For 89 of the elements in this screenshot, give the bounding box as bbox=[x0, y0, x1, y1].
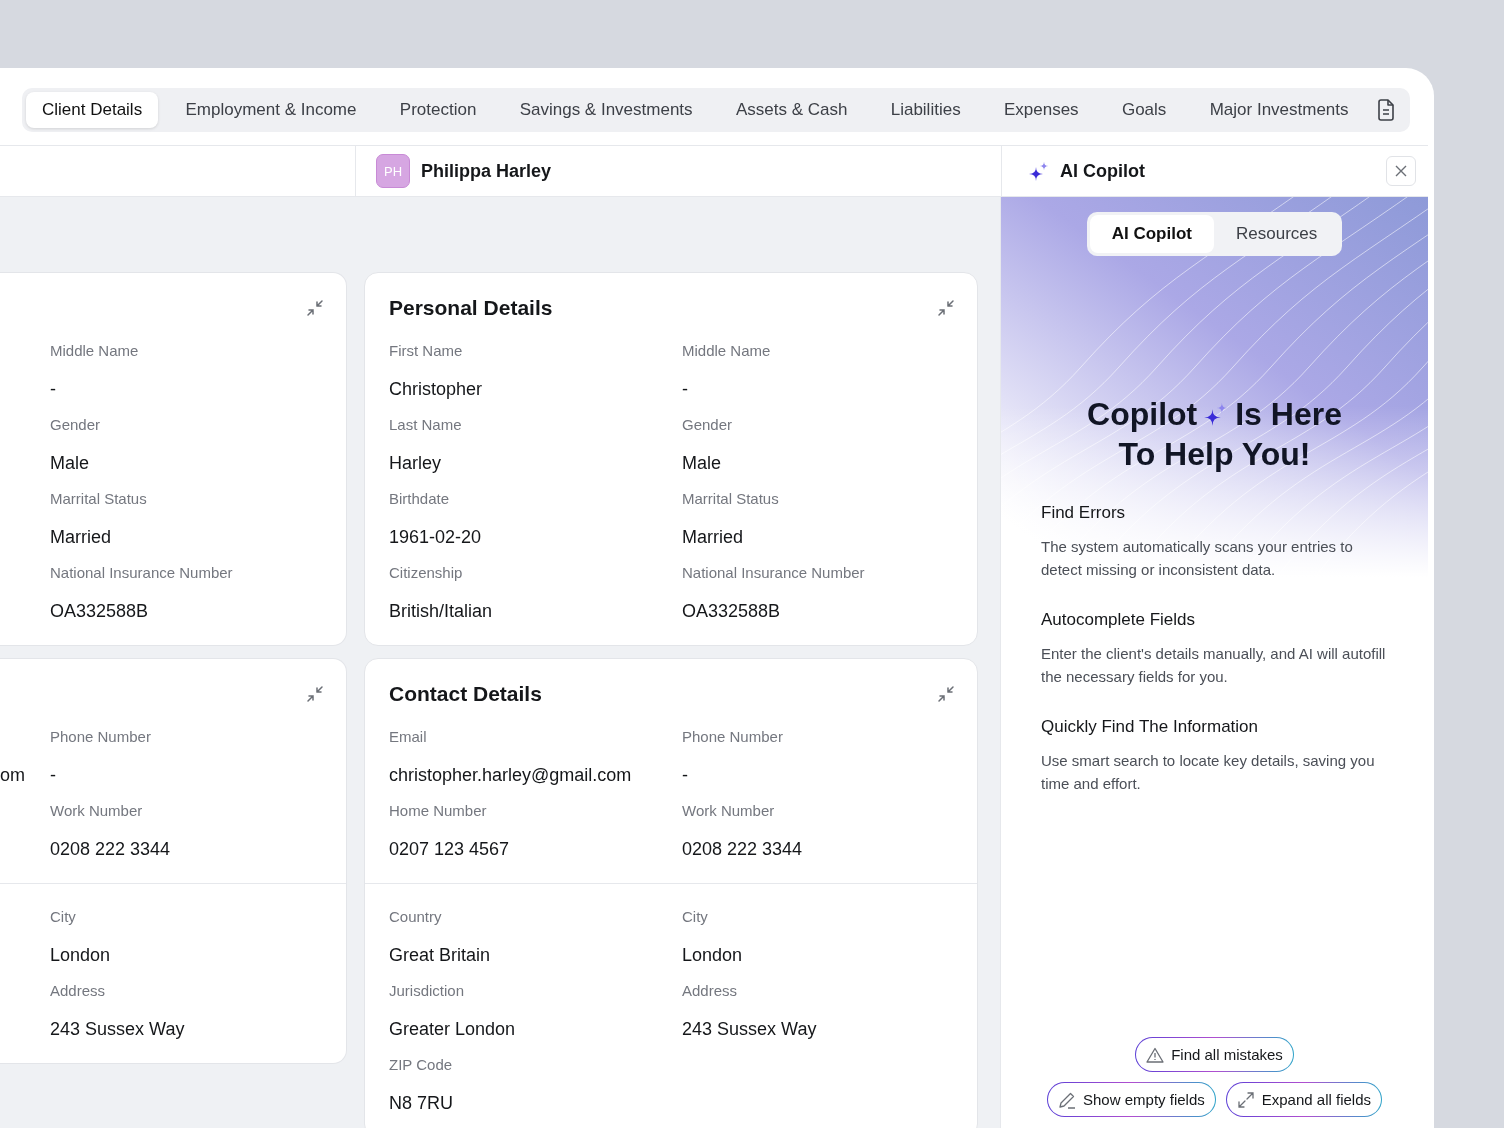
tab[interactable]: Expenses bbox=[987, 92, 1095, 128]
feature-description: Enter the client's details manually, and AI will autofill the necessary fields for you. bbox=[1041, 644, 1387, 687]
pencil-icon bbox=[1058, 1090, 1076, 1109]
field-label: Country bbox=[389, 907, 442, 927]
field-label: Citizenship bbox=[389, 563, 463, 583]
tab[interactable]: Resources bbox=[1214, 215, 1340, 253]
collapse-icon[interactable] bbox=[936, 684, 956, 704]
field-label: Birthdate bbox=[389, 489, 450, 509]
field-label: Work Number bbox=[50, 801, 143, 821]
field-value: Great Britain bbox=[389, 944, 491, 967]
field-value: 0208 222 3344 bbox=[682, 838, 803, 861]
field-label: Email bbox=[389, 727, 427, 747]
collapse-icon[interactable] bbox=[936, 298, 956, 318]
feature-title: Find Errors bbox=[1041, 502, 1126, 524]
field-label: National Insurance Number bbox=[682, 563, 865, 583]
field-value: - bbox=[50, 378, 56, 401]
action-button[interactable]: Find all mistakes bbox=[1135, 1037, 1294, 1072]
field-label: Phone Number bbox=[682, 727, 783, 747]
field-value: 0208 222 3344 bbox=[50, 838, 171, 861]
field-label: ZIP Code bbox=[389, 1055, 453, 1075]
field-label: Middle Name bbox=[682, 341, 771, 361]
field-value: Male bbox=[50, 452, 89, 475]
document-icon[interactable] bbox=[1375, 99, 1396, 121]
field-label: Marrital Status bbox=[50, 489, 147, 509]
panel-title: AI Copilot bbox=[1060, 160, 1146, 182]
tab[interactable]: Employment & Income bbox=[169, 92, 373, 128]
field-label: National Insurance Number bbox=[50, 563, 233, 583]
field-label: Address bbox=[50, 981, 106, 1001]
field-label: Last Name bbox=[389, 415, 462, 435]
tab[interactable]: Liabilities bbox=[874, 92, 977, 128]
field-value: 243 Sussex Way bbox=[50, 1018, 185, 1041]
field-label: Address bbox=[682, 981, 738, 1001]
field-value: 1961-02-20 bbox=[389, 526, 482, 549]
collapse-icon[interactable] bbox=[305, 298, 325, 318]
field-value: Married bbox=[682, 526, 743, 549]
tab[interactable]: AI Copilot bbox=[1089, 215, 1214, 253]
field-value: OA332588B bbox=[682, 600, 781, 623]
close-button[interactable] bbox=[1386, 156, 1416, 186]
field-value: Harley bbox=[389, 452, 441, 475]
field-label: Phone Number bbox=[50, 727, 151, 747]
tab[interactable]: Major Investments bbox=[1193, 92, 1365, 128]
field-label: Jurisdiction bbox=[389, 981, 465, 1001]
feature-title: Autocomplete Fields bbox=[1041, 609, 1196, 631]
field-value: N8 7RU bbox=[389, 1092, 454, 1115]
field-label: First Name bbox=[389, 341, 463, 361]
feature-description: The system automatically scans your entries to detect missing or inconsistent data. bbox=[1041, 537, 1354, 580]
field-label: Gender bbox=[682, 415, 733, 435]
field-value: London bbox=[682, 944, 743, 967]
field-value: London bbox=[50, 944, 111, 967]
field-label: Work Number bbox=[682, 801, 775, 821]
field-value: Christopher bbox=[389, 378, 483, 401]
field-value: 243 Sussex Way bbox=[682, 1018, 817, 1041]
field-value: Married bbox=[50, 526, 111, 549]
expand-icon bbox=[1236, 1090, 1255, 1109]
field-value: OA332588B bbox=[50, 600, 149, 623]
field-value: British/Italian bbox=[389, 600, 493, 623]
field-label: City bbox=[50, 907, 76, 927]
client-name: Philippa Harley bbox=[421, 160, 552, 182]
heading-text: To Help You! bbox=[1118, 435, 1311, 474]
heading-text: Is Here bbox=[1235, 395, 1342, 434]
tab[interactable]: Savings & Investments bbox=[503, 92, 709, 128]
field-label: Home Number bbox=[389, 801, 487, 821]
field-value: 0207 123 4567 bbox=[389, 838, 510, 861]
field-label: Middle Name bbox=[50, 341, 139, 361]
field-label: City bbox=[682, 907, 708, 927]
field-label: Marrital Status bbox=[682, 489, 779, 509]
field-value: Greater London bbox=[389, 1018, 516, 1041]
field-value: - bbox=[682, 378, 688, 401]
field-value: - bbox=[50, 764, 56, 787]
tab[interactable]: Client Details bbox=[26, 92, 159, 128]
field-value: om bbox=[0, 764, 25, 787]
card-title: Personal Details bbox=[389, 296, 553, 320]
field-value: Male bbox=[682, 452, 721, 475]
tab[interactable]: Protection bbox=[383, 92, 493, 128]
collapse-icon[interactable] bbox=[305, 684, 325, 704]
field-value: - bbox=[682, 764, 688, 787]
tab[interactable]: Goals bbox=[1105, 92, 1183, 128]
card-title: Contact Details bbox=[389, 682, 542, 706]
feature-title: Quickly Find The Information bbox=[1041, 716, 1258, 738]
action-button[interactable]: Expand all fields bbox=[1225, 1082, 1382, 1117]
field-label: Gender bbox=[50, 415, 101, 435]
warning-icon bbox=[1146, 1046, 1165, 1063]
heading-text: Copilot bbox=[1087, 395, 1198, 434]
feature-description: Use smart search to locate key details, saving you time and effort. bbox=[1041, 751, 1376, 794]
action-button[interactable]: Show empty fields bbox=[1047, 1082, 1216, 1117]
tab[interactable]: Assets & Cash bbox=[719, 92, 864, 128]
field-value: christopher.harley@gmail.com bbox=[389, 764, 632, 787]
client-avatar: PH bbox=[376, 154, 410, 188]
close-icon bbox=[1395, 165, 1407, 177]
